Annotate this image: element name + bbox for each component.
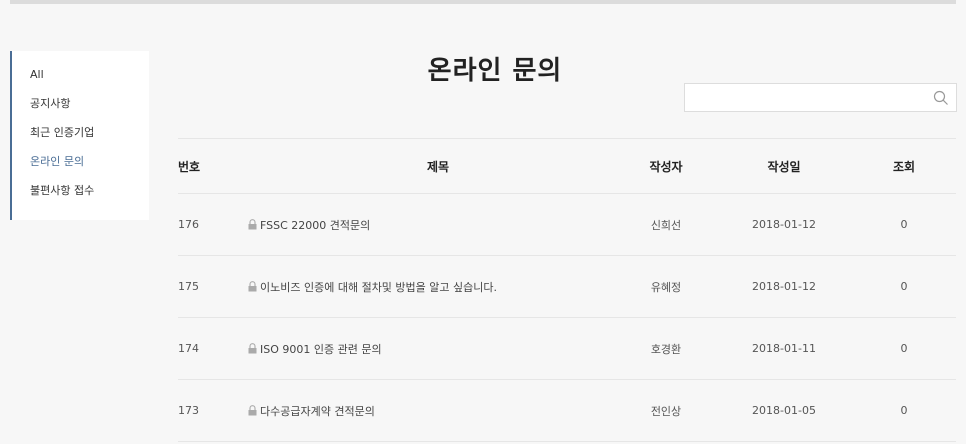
inquiry-board: 번호 제목 작성자 작성일 조회 176 FSSC 22000 견적문의 신희선… — [178, 138, 956, 442]
row-title-link[interactable]: FSSC 22000 견적문의 — [248, 194, 638, 255]
row-title-link[interactable]: ISO 9001 인증 관련 문의 — [248, 318, 638, 379]
row-author: 호경환 — [650, 342, 682, 356]
sidebar-item-complaint[interactable]: 불편사항 접수 — [12, 181, 149, 210]
table-row: 174 ISO 9001 인증 관련 문의 호경환 2018-01-11 0 — [178, 317, 956, 379]
search-box — [684, 83, 957, 112]
header-date: 작성일 — [767, 159, 801, 174]
row-no: 173 — [178, 404, 199, 417]
sidebar-nav: All 공지사항 최근 인증기업 온라인 문의 불편사항 접수 — [10, 51, 149, 220]
top-bar — [10, 0, 956, 4]
row-title-link[interactable]: 이노비즈 인증에 대해 절차및 방법을 알고 싶습니다. — [248, 256, 638, 317]
lock-icon — [248, 405, 257, 416]
header-views: 조회 — [892, 159, 916, 174]
page-title: 온라인 문의 — [427, 56, 563, 86]
lock-icon — [248, 219, 257, 230]
sidebar-item-online-inquiry[interactable]: 온라인 문의 — [12, 152, 149, 181]
search-icon[interactable] — [933, 90, 949, 106]
lock-icon — [248, 343, 257, 354]
row-no: 174 — [178, 342, 199, 355]
row-title-text: 다수공급자계약 견적문의 — [260, 404, 375, 418]
row-date: 2018-01-12 — [752, 280, 816, 293]
row-date: 2018-01-12 — [752, 218, 816, 231]
board-header: 번호 제목 작성자 작성일 조회 — [178, 138, 956, 193]
search-input[interactable] — [685, 84, 925, 111]
row-views: 0 — [900, 342, 908, 355]
sidebar-item-all[interactable]: All — [12, 65, 149, 94]
row-no: 175 — [178, 280, 199, 293]
row-title-link[interactable]: 다수공급자계약 견적문의 — [248, 380, 638, 441]
lock-icon — [248, 281, 257, 292]
table-row: 175 이노비즈 인증에 대해 절차및 방법을 알고 싶습니다. 유혜정 201… — [178, 255, 956, 317]
row-title-text: ISO 9001 인증 관련 문의 — [260, 342, 382, 356]
row-title-text: 이노비즈 인증에 대해 절차및 방법을 알고 싶습니다. — [260, 280, 497, 294]
row-date: 2018-01-11 — [752, 342, 816, 355]
board-bottom-border — [178, 441, 956, 442]
sidebar-item-notice[interactable]: 공지사항 — [12, 94, 149, 123]
row-no: 176 — [178, 218, 199, 231]
table-row: 176 FSSC 22000 견적문의 신희선 2018-01-12 0 — [178, 193, 956, 255]
row-author: 유혜정 — [650, 280, 682, 294]
header-title: 제목 — [426, 159, 450, 174]
sidebar-item-recent-certified[interactable]: 최근 인증기업 — [12, 123, 149, 152]
row-author: 신희선 — [650, 218, 682, 232]
sidebar-list: All 공지사항 최근 인증기업 온라인 문의 불편사항 접수 — [12, 51, 149, 210]
row-title-text: FSSC 22000 견적문의 — [260, 218, 371, 232]
header-author: 작성자 — [649, 159, 683, 174]
row-author: 전인상 — [650, 404, 682, 418]
table-row: 173 다수공급자계약 견적문의 전인상 2018-01-05 0 — [178, 379, 956, 441]
row-date: 2018-01-05 — [752, 404, 816, 417]
row-views: 0 — [900, 218, 908, 231]
row-views: 0 — [900, 280, 908, 293]
row-views: 0 — [900, 404, 908, 417]
